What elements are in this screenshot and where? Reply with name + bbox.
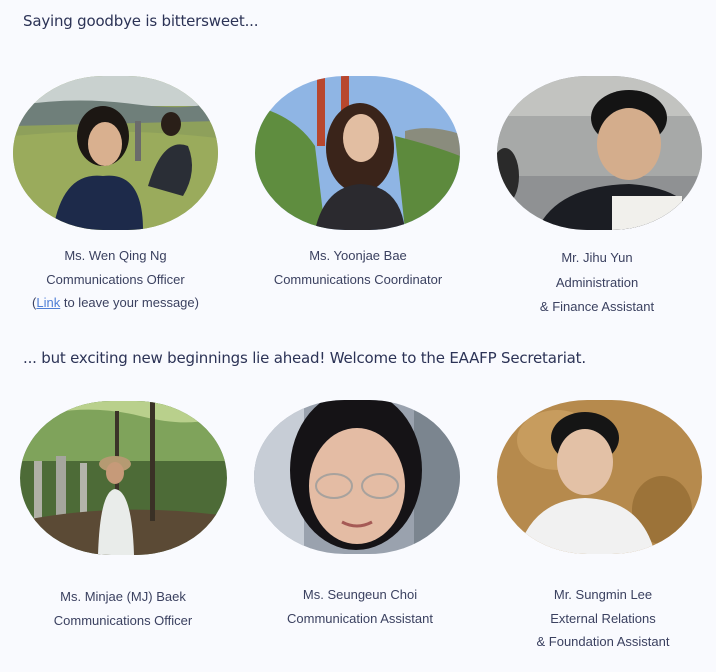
leave-message-link[interactable]: Link — [36, 295, 60, 310]
photo-sungmin-lee — [497, 400, 702, 554]
caption-minjae-baek: Ms. Minjae (MJ) Baek Communications Offi… — [13, 585, 233, 632]
person-name: Ms. Minjae (MJ) Baek — [60, 589, 186, 604]
photo-minjae-baek — [20, 401, 227, 555]
person-role: & Foundation Assistant — [536, 634, 670, 649]
person-name: Mr. Jihu Yun — [561, 250, 633, 265]
photo-jihu-yun — [497, 76, 702, 230]
photo-yoonjae-bae — [255, 76, 460, 230]
caption-sungmin-lee: Mr. Sungmin Lee External Relations & Fou… — [493, 583, 713, 654]
caption-jihu-yun: Mr. Jihu Yun Administration & Finance As… — [487, 246, 707, 320]
note-rest: to leave your message) — [60, 295, 199, 310]
photo-wen-qing-ng — [13, 76, 218, 230]
photo-seungeun-choi — [254, 400, 460, 554]
person-name: Ms. Seungeun Choi — [302, 587, 418, 602]
person-role: External Relations — [550, 610, 656, 626]
caption-wen-qing-ng: Ms. Wen Qing Ng Communications Officer (… — [13, 244, 218, 315]
caption-seungeun-choi: Ms. Seungeun Choi Communication Assistan… — [250, 583, 470, 630]
person-name: Ms. Yoonjae Bae — [309, 248, 407, 263]
person-role: Administration — [555, 274, 639, 290]
person-role: Communication Assistant — [287, 610, 433, 626]
caption-yoonjae-bae: Ms. Yoonjae Bae Communications Coordinat… — [248, 244, 468, 291]
welcome-heading: ... but exciting new beginnings lie ahea… — [23, 349, 586, 367]
leave-message-note: (Link to leave your message) — [13, 291, 218, 315]
farewell-heading: Saying goodbye is bittersweet... — [23, 12, 259, 30]
person-role: Communications Officer — [53, 612, 193, 628]
person-name: Ms. Wen Qing Ng — [64, 248, 167, 263]
person-role: Communications Coordinator — [273, 271, 443, 287]
person-name: Mr. Sungmin Lee — [553, 587, 653, 602]
person-role: & Finance Assistant — [539, 299, 655, 314]
person-role: Communications Officer — [46, 271, 185, 287]
